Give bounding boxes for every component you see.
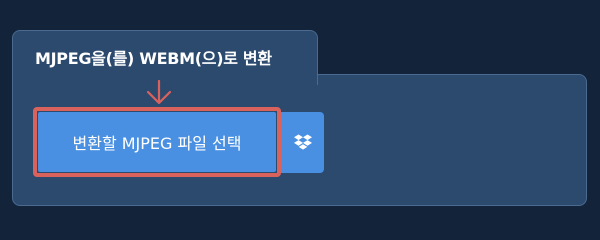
arrow-down-icon — [146, 80, 172, 105]
converter-tab: MJPEG을(를) WEBM(으)로 변환 — [12, 30, 318, 85]
dropbox-button[interactable] — [281, 112, 324, 173]
select-file-label: 변환할 MJPEG 파일 선택 — [72, 134, 242, 153]
tab-title: MJPEG을(를) WEBM(으)로 변환 — [35, 49, 272, 68]
dropbox-icon — [293, 134, 312, 150]
select-file-button[interactable]: 변환할 MJPEG 파일 선택 — [38, 112, 276, 172]
